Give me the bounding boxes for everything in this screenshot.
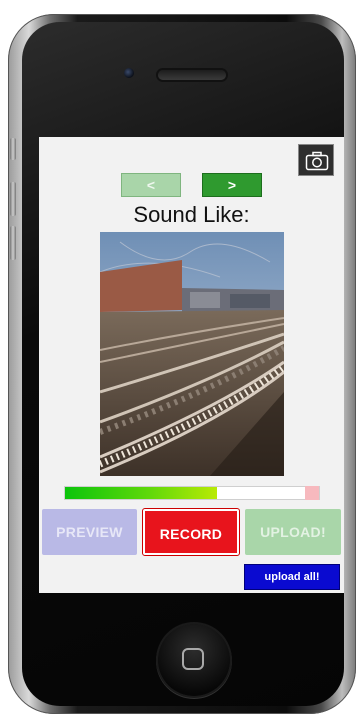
upload-button[interactable]: UPLOAD! (245, 509, 341, 555)
record-button[interactable]: RECORD (142, 508, 240, 556)
sound-like-heading: Sound Like: (133, 202, 250, 227)
camera-button[interactable] (298, 144, 334, 176)
earpiece-speaker (158, 70, 226, 80)
level-peak-indicator (305, 486, 319, 500)
home-square-icon (182, 648, 204, 670)
prompt-photo (100, 232, 284, 476)
level-meter-fill (65, 487, 218, 499)
camera-icon (305, 151, 329, 171)
next-button[interactable]: > (202, 173, 262, 197)
front-camera (124, 68, 134, 78)
app-screen: < > Sound Like: PREVIEW RECORD UPLOAD! u… (39, 137, 344, 593)
previous-button[interactable]: < (121, 173, 181, 197)
preview-button[interactable]: PREVIEW (42, 509, 137, 555)
upload-all-button[interactable]: upload all! (244, 564, 340, 590)
mute-switch (10, 138, 16, 160)
home-button[interactable] (158, 624, 230, 696)
volume-up-button (10, 182, 16, 216)
volume-down-button (10, 226, 16, 260)
level-meter (64, 486, 320, 500)
